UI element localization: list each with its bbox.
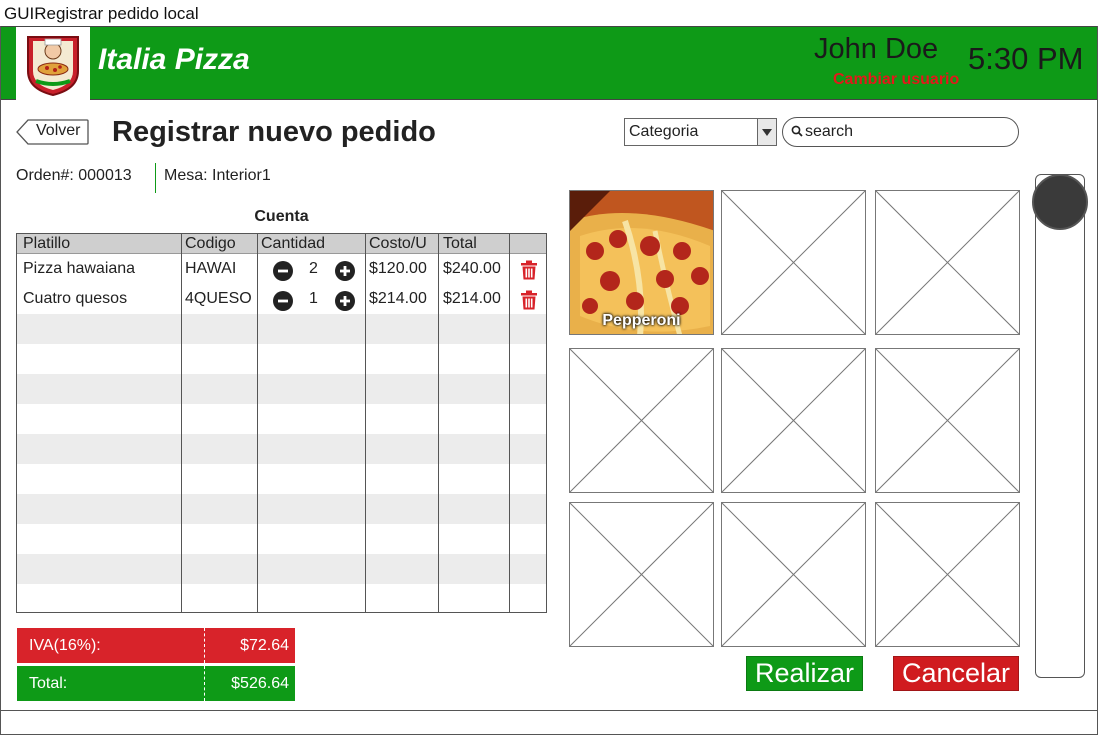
cell-code: 4QUESO [185,290,252,307]
total-summary: Total: $526.64 [17,666,295,701]
trash-icon[interactable] [520,260,538,280]
brand-name: Italia Pizza [98,43,250,76]
clock: 5:30 PM [968,41,1084,76]
product-tile-placeholder[interactable] [569,502,714,647]
empty-row [17,374,546,404]
search-box[interactable] [782,117,1019,147]
scrollbar-thumb[interactable] [1032,174,1088,230]
cell-dish: Pizza hawaiana [23,260,136,277]
category-select-value: Categoria [629,123,699,140]
cell-code: HAWAI [185,260,237,277]
cell-quantity: 1 [309,290,318,307]
cell-total: $214.00 [443,290,501,307]
window-title: GUIRegistrar pedido local [0,0,1098,26]
image-placeholder-icon [570,503,713,646]
product-scrollbar[interactable] [1035,174,1085,678]
order-table: Platillo Codigo Cantidad Costo/U Total P… [16,233,547,613]
trash-icon[interactable] [520,290,538,310]
column-header-code[interactable]: Codigo [185,235,236,253]
search-icon [791,125,803,137]
column-header-total[interactable]: Total [443,235,477,253]
increase-quantity-icon[interactable] [335,291,355,311]
empty-row [17,404,546,434]
cell-unit-cost: $214.00 [369,290,427,307]
divider [204,628,205,663]
column-header-quantity[interactable]: Cantidad [261,235,325,253]
empty-row [17,464,546,494]
cell-total: $240.00 [443,260,501,277]
empty-row [17,554,546,584]
increase-quantity-icon[interactable] [335,261,355,281]
product-tile-placeholder[interactable] [721,348,866,493]
column-divider [365,234,366,612]
image-placeholder-icon [570,349,713,492]
empty-row [17,434,546,464]
column-header-unit-cost[interactable]: Costo/U [369,235,427,253]
back-button-label: Volver [36,122,81,139]
product-tile-placeholder[interactable] [721,190,866,335]
product-tile-placeholder[interactable] [721,502,866,647]
chevron-down-icon[interactable] [757,119,776,145]
empty-row [17,314,546,344]
switch-user-link[interactable]: Cambiar usuario [833,71,959,89]
current-user: John Doe [814,33,939,65]
column-header-dish[interactable]: Platillo [23,235,70,253]
empty-row [17,344,546,374]
tax-summary: IVA(16%): $72.64 [17,628,295,663]
brand-logo [16,27,90,101]
cell-unit-cost: $120.00 [369,260,427,277]
order-number: Orden#: 000013 [16,167,132,184]
empty-row [17,494,546,524]
tax-label: IVA(16%): [29,637,101,654]
product-tile-placeholder[interactable] [569,348,714,493]
cell-dish: Cuatro quesos [23,290,128,307]
table-header: Platillo Codigo Cantidad Costo/U Total [17,234,546,254]
divider [204,666,205,701]
page-title: Registrar nuevo pedido [112,116,436,148]
column-divider [181,234,182,612]
status-bar-divider [1,710,1097,711]
column-divider [257,234,258,612]
account-title: Cuenta [254,208,309,225]
cell-quantity: 2 [309,260,318,277]
product-tile-label: Pepperoni [602,312,681,329]
image-placeholder-icon [722,349,865,492]
product-tile-placeholder[interactable] [875,348,1020,493]
app-header: Italia Pizza John Doe Cambiar usuario 5:… [1,26,1097,101]
image-placeholder-icon [722,503,865,646]
divider [155,163,156,193]
product-tile-placeholder[interactable] [875,190,1020,335]
column-divider [509,234,510,612]
image-placeholder-icon [722,191,865,334]
image-placeholder-icon [876,191,1019,334]
empty-row [17,524,546,554]
back-button[interactable]: Volver [16,119,89,145]
decrease-quantity-icon[interactable] [273,261,293,281]
column-divider [438,234,439,612]
image-placeholder-icon [876,503,1019,646]
search-input[interactable] [805,122,1005,142]
product-tile-placeholder[interactable] [875,502,1020,647]
table-name: Mesa: Interior1 [164,167,271,184]
image-placeholder-icon [876,349,1019,492]
product-tile-pepperoni[interactable]: Pepperoni [569,190,714,335]
decrease-quantity-icon[interactable] [273,291,293,311]
total-label: Total: [29,675,68,692]
submit-order-button[interactable]: Realizar [746,656,863,691]
cancel-order-button[interactable]: Cancelar [893,656,1019,691]
tax-value: $72.64 [240,637,289,654]
category-select[interactable]: Categoria [624,118,777,146]
total-value: $526.64 [231,675,289,692]
